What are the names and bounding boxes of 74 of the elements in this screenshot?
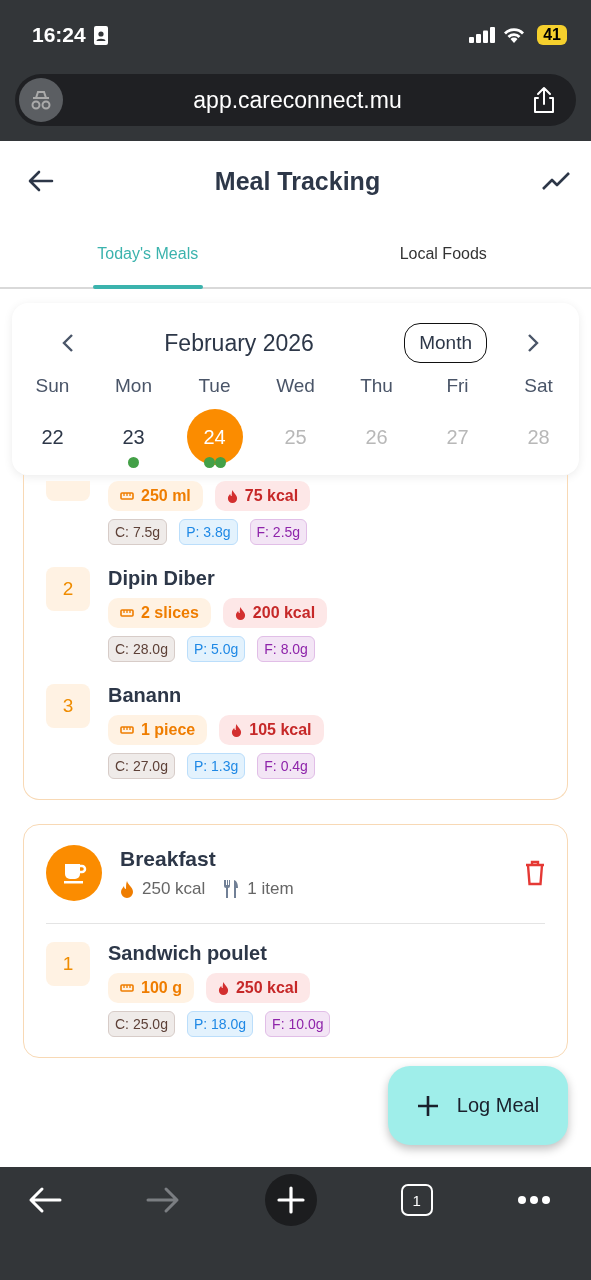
signal-icon [469, 27, 496, 43]
food-name: Sandwich poulet [108, 942, 268, 965]
trend-chart-icon[interactable] [541, 171, 571, 191]
previous-month-icon[interactable] [62, 333, 74, 353]
share-icon[interactable] [532, 86, 556, 114]
portion-text: 1 piece [141, 721, 196, 739]
macro-tag: P: 1.3g [186, 753, 246, 779]
address-bar[interactable]: app.careconnect.mu [15, 74, 576, 126]
food-name: Banann [108, 684, 183, 707]
calorie-text: 75 kcal [244, 487, 299, 505]
incognito-icon [19, 78, 63, 122]
ruler-icon [120, 984, 134, 992]
meal-calories: 250 kcal [142, 879, 206, 899]
macro-tag: P: 3.8g [179, 519, 238, 545]
calorie-text: 250 kcal [235, 979, 299, 997]
macro-tag: F: 8.0g [257, 636, 315, 662]
macro-tag: C: 7.5g [108, 519, 168, 545]
item-number: 1 [46, 942, 90, 986]
flame-icon [226, 489, 238, 503]
portion-text: 250 ml [141, 487, 191, 505]
item-number: 2 [46, 567, 90, 611]
new-tab-icon[interactable] [264, 1174, 317, 1226]
weekday-label: Mon [115, 375, 152, 397]
portion-text: 100 g [141, 979, 182, 997]
plus-icon [416, 1094, 439, 1117]
back-arrow-icon[interactable] [28, 170, 54, 192]
coffee-cup-icon [46, 845, 102, 901]
item-count: 1 item [247, 879, 294, 899]
flame-icon [234, 606, 246, 620]
flame-icon [231, 723, 243, 737]
date-cell[interactable]: 23 [105, 409, 162, 465]
month-view-button[interactable]: Month [404, 323, 487, 363]
back-icon[interactable] [28, 1186, 62, 1214]
weekday-label: Sat [524, 375, 553, 397]
id-card-icon [93, 25, 108, 45]
wifi-icon [503, 27, 526, 43]
macro-tag: F: 0.4g [257, 753, 315, 779]
page-title: Meal Tracking [214, 166, 381, 196]
food-name: Dipin Diber [108, 567, 216, 590]
url-text: app.careconnect.mu [192, 86, 403, 114]
weekday-label: Thu [360, 375, 393, 397]
forward-icon[interactable] [146, 1186, 181, 1214]
cutlery-icon [223, 880, 240, 898]
next-month-icon[interactable] [527, 333, 539, 353]
macro-tag: F: 10.0g [265, 1011, 331, 1037]
item-number: 3 [46, 684, 90, 728]
battery-level: 41 [537, 25, 567, 45]
ruler-icon [120, 492, 134, 500]
ruler-icon [120, 609, 134, 617]
flame-icon [120, 880, 134, 898]
tab-count-button[interactable]: 1 [400, 1184, 433, 1216]
more-icon[interactable] [517, 1195, 551, 1205]
weekday-label: Wed [276, 375, 315, 397]
date-cell[interactable]: 22 [24, 409, 81, 465]
calorie-text: 200 kcal [252, 604, 316, 622]
macro-tag: C: 27.0g [108, 753, 175, 779]
macro-tag: P: 18.0g [186, 1011, 254, 1037]
weekday-label: Tue [198, 375, 231, 397]
weekday-label: Fri [446, 375, 469, 397]
portion-text: 2 slices [141, 604, 199, 622]
ruler-icon [120, 726, 134, 734]
macro-tag: P: 5.0g [186, 636, 246, 662]
macro-tag: F: 2.5g [249, 519, 308, 545]
tab[interactable]: Local Foods [295, 221, 591, 287]
calorie-text: 105 kcal [249, 721, 312, 739]
log-meal-button[interactable]: Log Meal [388, 1066, 568, 1145]
macro-tag: C: 25.0g [108, 1011, 175, 1037]
macro-tag: C: 28.0g [108, 636, 175, 662]
weekday-label: Sun [35, 375, 70, 397]
flame-icon [217, 981, 229, 995]
meal-title: Breakfast [120, 847, 217, 871]
month-label: February 2026 [163, 329, 315, 357]
status-time: 16:24 [32, 23, 86, 47]
delete-icon[interactable] [525, 860, 545, 886]
